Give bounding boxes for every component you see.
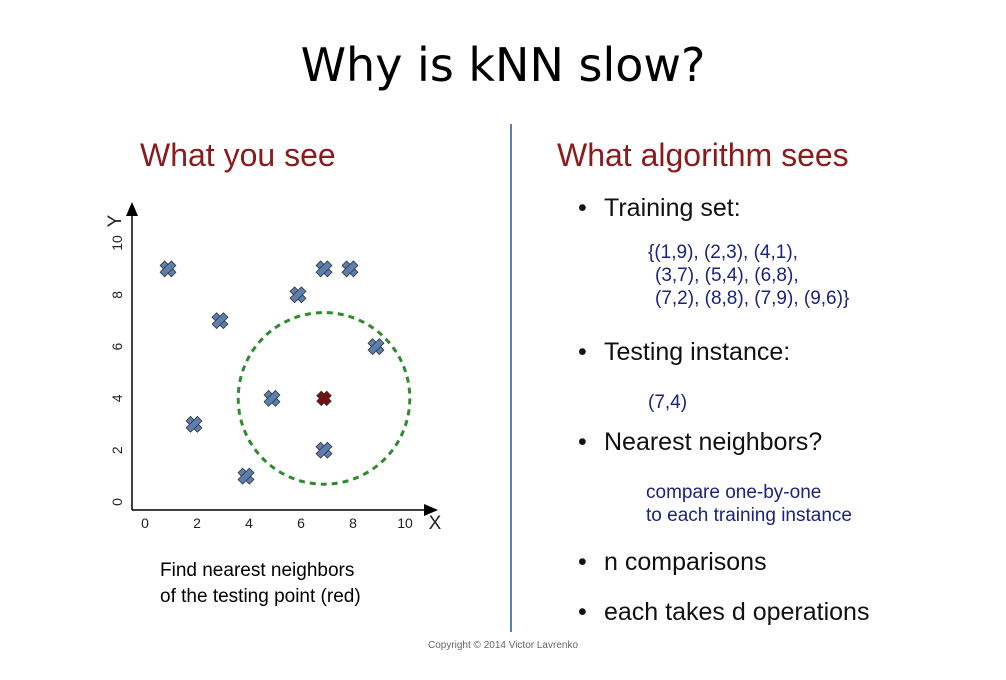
nearest-neighbors-note: compare one-by-one to each training inst… xyxy=(646,481,852,527)
caption-line-1: Find nearest neighbors xyxy=(160,560,355,581)
nn-note-line: to each training instance xyxy=(646,505,852,526)
caption-line-2: of the testing point (red) xyxy=(160,586,361,607)
training-point xyxy=(159,260,177,278)
bullet-label: n comparisons xyxy=(604,548,767,576)
bullet-n-comparisons: • n comparisons xyxy=(578,548,767,576)
plot-axes: 0 2 4 6 8 10 0 2 4 6 8 10 X Y xyxy=(105,202,442,534)
bullet-d-operations: • each takes d operations xyxy=(578,598,870,626)
testing-instance-value: (7,4) xyxy=(648,392,688,413)
training-point xyxy=(367,338,385,356)
training-set-values: {(1,9), (2,3), (4,1), (3,7), (5,4), (6,8… xyxy=(648,241,849,310)
training-point xyxy=(315,260,333,278)
training-set-line: {(1,9), (2,3), (4,1), xyxy=(648,242,798,263)
right-column-heading: What algorithm sees xyxy=(557,137,849,173)
y-tick-label: 10 xyxy=(109,235,125,251)
points-layer xyxy=(159,260,385,485)
y-axis-arrowhead xyxy=(126,202,138,216)
bullet-testing-instance: • Testing instance: xyxy=(578,338,791,366)
x-tick-label: 2 xyxy=(193,515,201,531)
y-tick-label: 8 xyxy=(109,291,125,299)
nn-note-line: compare one-by-one xyxy=(646,482,822,503)
training-point xyxy=(263,389,281,407)
y-tick-label: 0 xyxy=(109,498,125,506)
x-tick-label: 0 xyxy=(141,515,149,531)
training-set-line: (7,2), (8,8), (7,9), (9,6)} xyxy=(655,288,850,309)
training-set-line: (3,7), (5,4), (6,8), xyxy=(655,265,799,286)
y-tick-label: 6 xyxy=(109,342,125,350)
bullet-label: Nearest neighbors? xyxy=(604,428,823,456)
training-point xyxy=(211,312,229,330)
x-tick-label: 4 xyxy=(245,515,253,531)
training-point xyxy=(341,260,359,278)
x-tick-label: 6 xyxy=(297,515,305,531)
bullet-label: each takes d operations xyxy=(604,598,870,626)
bullet-nearest-neighbors: • Nearest neighbors? xyxy=(578,428,823,456)
training-point xyxy=(315,441,333,459)
x-tick-label: 8 xyxy=(349,515,357,531)
training-point xyxy=(185,415,203,433)
test-point xyxy=(316,390,332,407)
x-tick-label: 10 xyxy=(397,515,413,531)
bullet-label: Testing instance: xyxy=(604,338,791,366)
training-point xyxy=(289,286,307,304)
plot-caption: Find nearest neighbors of the testing po… xyxy=(160,558,361,610)
bullet-label: Training set: xyxy=(604,194,741,222)
y-tick-label: 2 xyxy=(109,446,125,454)
training-point xyxy=(237,467,255,485)
x-axis-label: X xyxy=(429,513,442,534)
y-axis-label: Y xyxy=(105,214,126,227)
copyright-notice: Copyright © 2014 Victor Lavrenko xyxy=(427,640,579,651)
y-tick-label: 4 xyxy=(109,394,125,402)
bullet-training-set: • Training set: xyxy=(578,194,741,222)
scatter-plot: 0 2 4 6 8 10 0 2 4 6 8 10 X Y xyxy=(105,202,442,534)
